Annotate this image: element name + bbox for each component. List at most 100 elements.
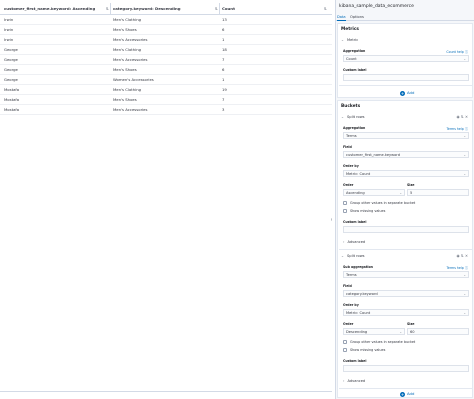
cell-count[interactable]: 6 (222, 65, 224, 75)
cell-count[interactable]: 3 (222, 105, 224, 115)
sort-icon[interactable]: ⇅ (215, 3, 218, 15)
order-by-select[interactable]: Metric: Count ⌄ (343, 309, 469, 316)
cell-category[interactable]: Men's Accessories (113, 105, 148, 115)
cell-count[interactable]: 1 (222, 75, 224, 85)
split-rows-title: Split rows (347, 115, 365, 119)
cell-count[interactable]: 7 (222, 55, 224, 65)
cell-first-name[interactable]: Irwin (4, 35, 13, 45)
add-metric-button[interactable]: + Add (400, 90, 414, 96)
chevron-down-icon[interactable]: ⌄ (341, 115, 344, 119)
cell-first-name[interactable]: Irwin (4, 15, 13, 25)
editor-tabs: Data Options (336, 13, 474, 21)
size-input[interactable]: 60 (407, 328, 469, 335)
cell-category[interactable]: Men's Clothing (113, 45, 141, 55)
cell-first-name[interactable]: George (4, 75, 18, 85)
chevron-down-icon[interactable]: ⌄ (341, 38, 344, 42)
advanced-toggle[interactable]: › Advanced (343, 379, 365, 383)
aggregation-label: Aggregation (343, 126, 366, 130)
sub-aggregation-select[interactable]: Terms ⌄ (343, 271, 469, 278)
group-other-switch[interactable]: Group other values in separate bucket (343, 201, 415, 206)
cell-first-name[interactable]: George (4, 45, 18, 55)
cell-first-name[interactable]: George (4, 55, 18, 65)
cell-category[interactable]: Men's Clothing (113, 15, 141, 25)
cell-category[interactable]: Men's Shoes (113, 65, 137, 75)
split-rows-header[interactable]: ⌄ Split rows (341, 254, 365, 258)
cell-first-name[interactable]: Mostafa (4, 105, 19, 115)
cell-first-name[interactable]: George (4, 65, 18, 75)
metric-agg-header[interactable]: ⌄ Metric (341, 38, 358, 42)
checkbox[interactable] (343, 348, 347, 352)
column-header-first-name[interactable]: customer_first_name.keyword: Ascending (4, 3, 95, 15)
split-rows-header[interactable]: ⌄ Split rows (341, 115, 365, 119)
order-select[interactable]: Ascending ⌄ (343, 189, 405, 196)
cell-category[interactable]: Men's Shoes (113, 25, 137, 35)
help-icon[interactable]: ⓘ (465, 266, 468, 270)
cell-category[interactable]: Men's Accessories (113, 35, 148, 45)
column-header-count[interactable]: Count (222, 3, 235, 15)
cell-count[interactable]: 1 (222, 35, 224, 45)
checkbox[interactable] (343, 340, 347, 344)
add-bucket-button[interactable]: + Add (400, 391, 414, 397)
help-icon[interactable]: ⓘ (465, 50, 468, 54)
tab-options[interactable]: Options (350, 13, 364, 21)
move-icon[interactable]: ⇅ (461, 115, 464, 119)
buckets-title: Buckets (341, 104, 361, 109)
order-by-label: Order by (343, 164, 359, 168)
remove-icon[interactable]: ✕ (465, 115, 468, 119)
show-missing-switch[interactable]: Show missing values (343, 348, 385, 353)
column-header-category[interactable]: category.keyword: Descending (113, 3, 181, 15)
help-icon[interactable]: ⓘ (465, 127, 468, 131)
column-divider[interactable] (110, 3, 111, 15)
group-other-switch[interactable]: Group other values in separate bucket (343, 340, 415, 345)
sort-icon[interactable]: ⇅ (324, 3, 327, 15)
cell-category[interactable]: Women's Accessories (113, 75, 154, 85)
aggregation-select[interactable]: Count ⌄ (343, 55, 469, 62)
aggregation-select[interactable]: Terms ⌄ (343, 132, 469, 139)
advanced-toggle[interactable]: › Advanced (343, 240, 365, 244)
visualization-editor: kibana_sample_data_ecommerce Data Option… (335, 0, 474, 399)
show-missing-switch[interactable]: Show missing values (343, 209, 385, 214)
toggle-icon[interactable]: ◉ (457, 115, 460, 119)
field-select[interactable]: customer_first_name.keyword ⌄ (343, 151, 469, 158)
chevron-down-icon[interactable]: ⌄ (341, 254, 344, 258)
cell-count[interactable]: 13 (222, 15, 227, 25)
help-text[interactable]: Terms help (447, 266, 464, 270)
cell-count[interactable]: 18 (222, 45, 227, 55)
checkbox[interactable] (343, 201, 347, 205)
sort-icon[interactable]: ⇅ (106, 3, 109, 15)
cell-category[interactable]: Men's Shoes (113, 95, 137, 105)
chevron-right-icon: › (343, 379, 345, 383)
checkbox[interactable] (343, 209, 347, 213)
cell-count[interactable]: 7 (222, 95, 224, 105)
help-text[interactable]: Terms help (447, 127, 464, 131)
custom-label-label: Custom label (343, 220, 367, 224)
buckets-panel: Buckets ⌄ Split rows ◉ ⇅ ✕ Aggregation Te… (337, 100, 473, 398)
cell-count[interactable]: 6 (222, 25, 224, 35)
size-value: 5 (410, 191, 413, 195)
aggregation-value: Terms (346, 134, 357, 138)
aggregation-value: Count (346, 57, 357, 61)
field-select[interactable]: category.keyword ⌄ (343, 290, 469, 297)
order-by-select[interactable]: Metric: Count ⌄ (343, 170, 469, 177)
column-divider[interactable] (219, 3, 220, 15)
custom-label-input[interactable] (343, 74, 469, 81)
size-input[interactable]: 5 (407, 189, 469, 196)
cell-category[interactable]: Men's Clothing (113, 85, 141, 95)
resize-handle-icon[interactable]: ⁞ (331, 217, 334, 222)
terms-help-link[interactable]: Terms help ⓘ (447, 126, 469, 131)
toggle-icon[interactable]: ◉ (457, 254, 460, 258)
custom-label-input[interactable] (343, 365, 469, 372)
cell-first-name[interactable]: Mostafa (4, 95, 19, 105)
help-text[interactable]: Count help (446, 50, 463, 54)
order-select[interactable]: Descending ⌄ (343, 328, 405, 335)
cell-first-name[interactable]: Mostafa (4, 85, 19, 95)
aggregation-help-link[interactable]: Count help ⓘ (446, 49, 468, 54)
tab-data[interactable]: Data (337, 13, 346, 21)
cell-first-name[interactable]: Irwin (4, 25, 13, 35)
cell-count[interactable]: 19 (222, 85, 227, 95)
terms-help-link[interactable]: Terms help ⓘ (447, 265, 469, 270)
cell-category[interactable]: Men's Accessories (113, 55, 148, 65)
move-icon[interactable]: ⇅ (461, 254, 464, 258)
custom-label-input[interactable] (343, 226, 469, 233)
remove-icon[interactable]: ✕ (465, 254, 468, 258)
